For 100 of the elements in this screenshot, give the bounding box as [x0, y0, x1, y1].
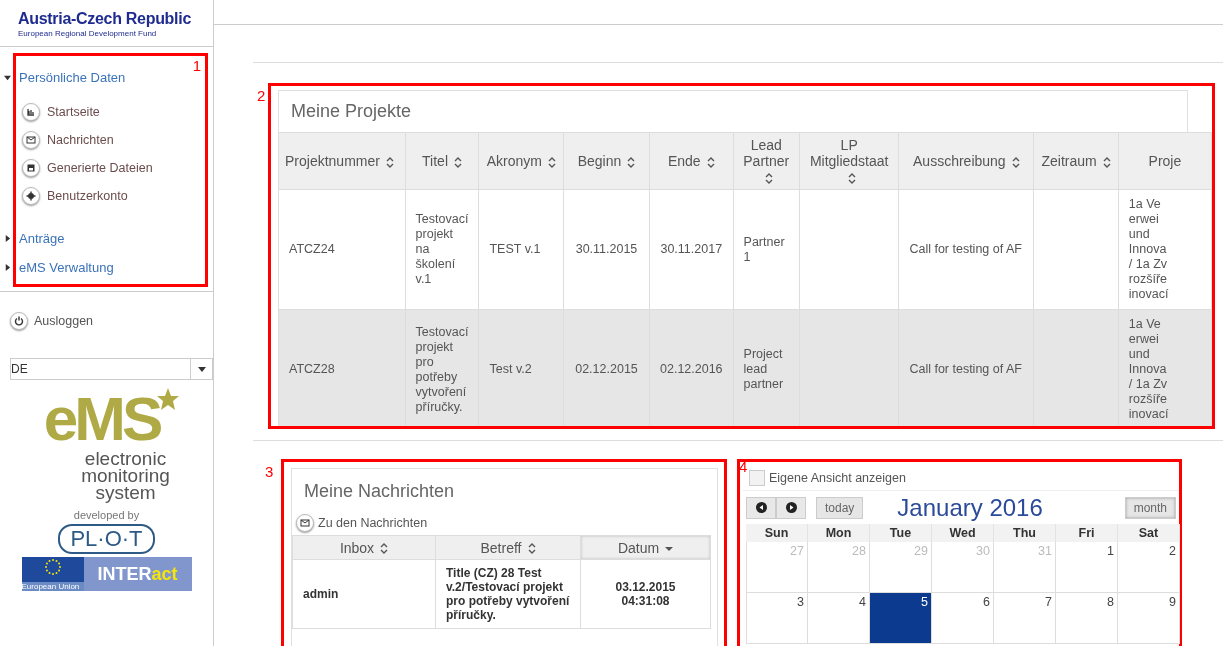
stars-icon — [42, 557, 63, 577]
arrow-left-icon — [755, 502, 767, 513]
chart-icon — [22, 103, 40, 121]
weekday-header: Thu — [994, 524, 1056, 542]
table-cell: Testovací projekt na školení v.1 — [405, 189, 479, 310]
gear-icon — [22, 187, 40, 205]
checkbox-label: Eigene Ansicht anzeigen — [769, 471, 906, 485]
calendar-day[interactable]: 3 — [746, 593, 808, 644]
weekday-header: Fri — [1056, 524, 1118, 542]
table-cell: 02.12.2016 — [649, 309, 734, 426]
table-cell: ATCZ28 — [278, 309, 406, 426]
mail-icon — [22, 131, 40, 149]
sort-icon — [385, 156, 394, 168]
nav-group[interactable]: Persönliche Daten — [4, 66, 126, 88]
sort-icon — [527, 543, 536, 555]
table-cell: Call for testing of AF — [898, 189, 1034, 310]
sort-icon — [627, 156, 636, 168]
floppy-icon — [22, 159, 40, 177]
table-cell: admin — [292, 559, 436, 629]
weekday-header: Mon — [808, 524, 870, 542]
column-header: Proje — [1118, 132, 1212, 190]
nav-group[interactable]: Anträge — [4, 227, 65, 249]
column-header[interactable]: Zeitraum — [1033, 132, 1119, 190]
table-cell: Testovací projekt pro potřeby vytvoření příručky. — [405, 309, 479, 426]
sort-icon — [380, 543, 389, 555]
messages-link[interactable]: Zu den Nachrichten — [296, 514, 428, 532]
ems-logo: eMS — [43, 388, 160, 450]
column-header[interactable]: Titel — [405, 132, 479, 190]
logo-text: system — [95, 484, 156, 501]
table-cell: 1a Ve erwei und Innova / 1a Zv rozšíře inovací — [1118, 189, 1212, 310]
nav-group[interactable]: eMS Verwaltung — [4, 256, 114, 278]
arrow-right-icon — [785, 502, 797, 513]
sort-icon — [547, 156, 556, 168]
table-cell: Call for testing of AF — [898, 309, 1034, 426]
calendar-day[interactable]: 2 — [1118, 542, 1180, 593]
calendar-title: January 2016 — [897, 493, 1044, 522]
annotation-number: 3 — [265, 464, 274, 480]
calendar-day[interactable]: 5 — [870, 593, 932, 644]
column-header[interactable]: Beginn — [563, 132, 650, 190]
plot-logo: PL·O·T — [58, 524, 155, 554]
month-view-button[interactable]: month — [1124, 496, 1176, 519]
nav-item[interactable]: Nachrichten — [22, 126, 114, 154]
panel-title: Meine Projekte — [291, 101, 412, 122]
column-header[interactable]: Inbox — [292, 535, 436, 560]
panel-title: Meine Nachrichten — [304, 481, 456, 502]
logo-text: developed by — [73, 509, 140, 521]
table-cell: 30.11.2017 — [649, 189, 734, 310]
table-cell: Title (CZ) 28 Test v.2/Testovací projekt pro potřeby vytvoření příručky. — [435, 559, 581, 629]
column-header[interactable]: Betreff — [435, 535, 581, 560]
table-cell: Partner 1 — [733, 189, 800, 310]
column-header[interactable]: Projektnummer — [278, 132, 406, 190]
caret-down-icon — [197, 366, 206, 372]
column-header[interactable]: Ende — [649, 132, 734, 190]
table-cell: TEST v.1 — [479, 189, 564, 310]
logout-link[interactable]: Ausloggen — [10, 312, 94, 330]
weekday-header: Sun — [746, 524, 808, 542]
table-cell: ATCZ24 — [278, 189, 406, 310]
caret-right-icon — [4, 234, 11, 242]
table-cell: Test v.2 — [479, 309, 564, 426]
column-header[interactable]: Datum — [580, 535, 711, 560]
nav-item[interactable]: Benutzerkonto — [22, 182, 128, 210]
previous-button[interactable] — [746, 496, 776, 519]
column-header[interactable]: Lead Partner — [733, 132, 800, 190]
nav-item[interactable]: Generierte Dateien — [22, 154, 153, 182]
sort-icon — [765, 172, 774, 184]
sort-icon — [454, 156, 462, 168]
column-header[interactable]: Akronym — [479, 132, 564, 190]
table-cell: 02.12.2015 — [563, 309, 650, 426]
calendar-day[interactable]: 1 — [1056, 542, 1118, 593]
interact-logo: INTERact — [83, 557, 192, 591]
table-cell: 30.11.2015 — [563, 189, 650, 310]
calendar-day[interactable]: 4 — [808, 593, 870, 644]
column-header[interactable]: Ausschreibung — [898, 132, 1034, 190]
nav-item[interactable]: Startseite — [22, 98, 100, 126]
language-select[interactable]: DE — [10, 358, 213, 380]
next-button[interactable] — [776, 496, 806, 519]
sort-icon — [1102, 156, 1111, 168]
annotation-number: 4 — [739, 459, 748, 475]
calendar-day[interactable]: 8 — [1056, 593, 1118, 644]
weekday-header: Tue — [870, 524, 932, 542]
calendar-day[interactable]: 7 — [994, 593, 1056, 644]
weekday-header: Sat — [1118, 524, 1180, 542]
mail-icon — [296, 514, 314, 532]
annotation-number: 1 — [192, 58, 201, 74]
calendar-day[interactable]: 9 — [1118, 593, 1180, 644]
column-header[interactable]: LP Mitgliedstaat — [799, 132, 899, 190]
today-button[interactable]: today — [816, 496, 864, 519]
brand-subtitle: European Regional Development Fund — [18, 29, 157, 38]
sort-icon — [1011, 156, 1020, 168]
calendar-day[interactable]: 6 — [932, 593, 994, 644]
power-icon — [10, 312, 28, 330]
checkbox[interactable] — [749, 470, 765, 486]
caret-right-icon — [4, 263, 11, 271]
sort-icon — [706, 156, 715, 168]
caret-down-icon — [4, 73, 11, 81]
logo-text: electronic — [84, 450, 167, 467]
annotation-number: 2 — [257, 88, 266, 104]
table-cell: Project lead partner — [733, 309, 800, 426]
weekday-header: Wed — [932, 524, 994, 542]
brand-title: Austria-Czech Republic — [18, 10, 191, 28]
